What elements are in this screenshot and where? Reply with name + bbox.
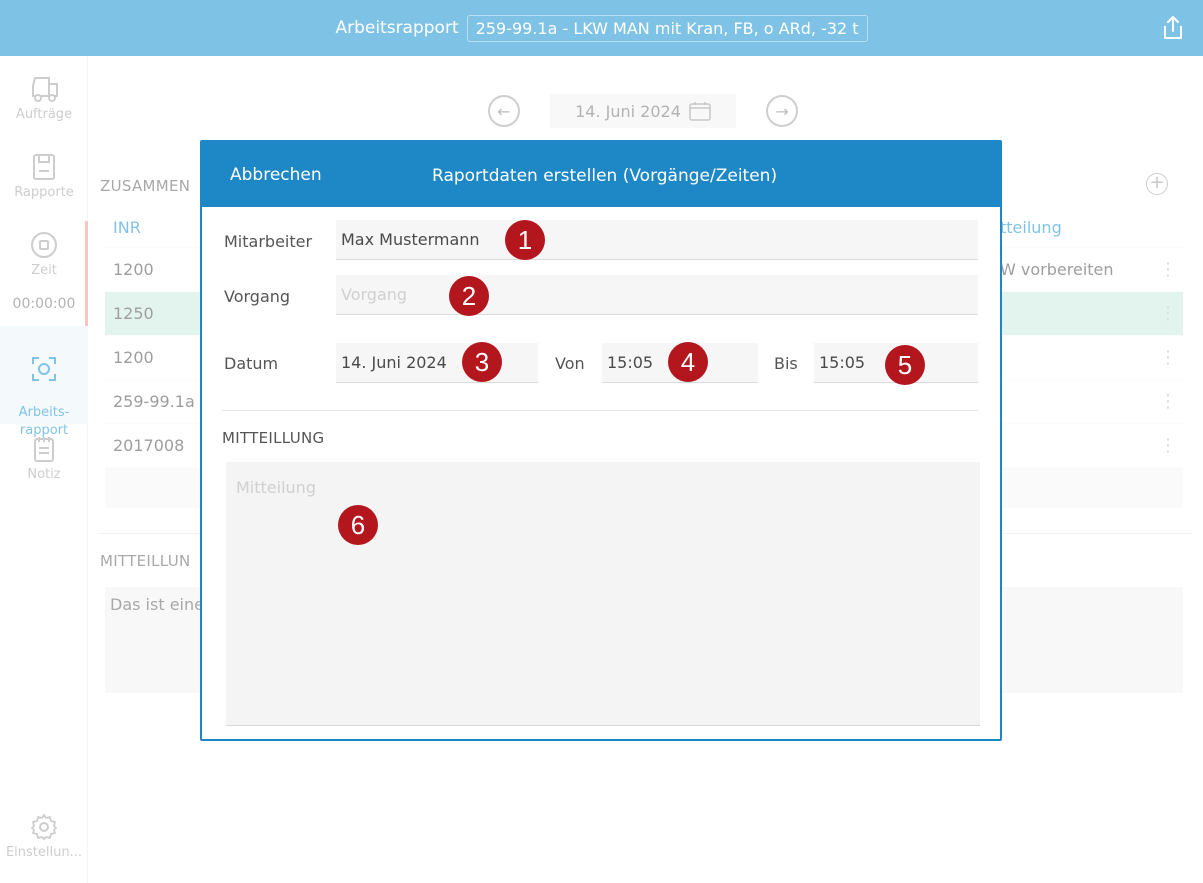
top-bar: Arbeitsrapport 259-99.1a - LKW MAN mit K… xyxy=(0,0,1203,56)
callout-badge: 4 xyxy=(668,342,708,382)
order-selector[interactable]: 259-99.1a - LKW MAN mit Kran, FB, o ARd,… xyxy=(466,14,868,42)
callout-badge: 5 xyxy=(885,345,925,385)
callout-badge: 6 xyxy=(338,505,378,545)
process-label: Vorgang xyxy=(224,287,291,306)
to-label: Bis xyxy=(774,354,798,373)
message-placeholder: Mitteilung xyxy=(236,478,316,497)
employee-value: Max Mustermann xyxy=(341,230,480,249)
to-time-value: 15:05 xyxy=(819,353,866,372)
divider xyxy=(222,410,978,411)
employee-label: Mitarbeiter xyxy=(224,232,313,251)
dialog-header: Abbrechen Raportdaten erstellen (Vorgäng… xyxy=(202,142,1000,207)
process-placeholder: Vorgang xyxy=(341,285,408,304)
from-time-value: 15:05 xyxy=(607,353,654,372)
message-textarea[interactable]: Mitteilung xyxy=(226,462,980,726)
callout-badge: 2 xyxy=(449,276,489,316)
callout-badge: 3 xyxy=(462,342,502,382)
create-report-dialog: Abbrechen Raportdaten erstellen (Vorgäng… xyxy=(200,140,1002,741)
message-section-title: MITTEILLUNG xyxy=(222,429,325,447)
from-label: Von xyxy=(555,354,585,373)
employee-field[interactable]: Max Mustermann xyxy=(336,220,978,260)
share-icon[interactable] xyxy=(1161,15,1185,41)
page-title: Arbeitsrapport xyxy=(335,18,459,38)
dialog-title: Raportdaten erstellen (Vorgänge/Zeiten) xyxy=(432,166,778,186)
cancel-button[interactable]: Abbrechen xyxy=(230,165,322,185)
date-value: 14. Juni 2024 xyxy=(341,353,447,372)
date-field[interactable]: 14. Juni 2024 xyxy=(336,343,538,383)
date-label: Datum xyxy=(224,354,279,373)
process-field[interactable]: Vorgang xyxy=(336,275,978,315)
callout-badge: 1 xyxy=(505,220,545,260)
